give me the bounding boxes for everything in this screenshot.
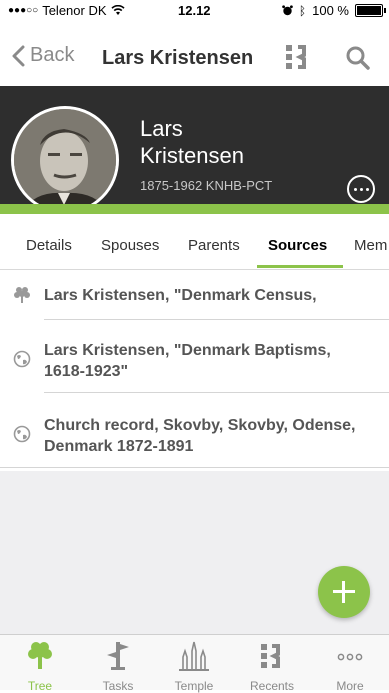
battery-icon (355, 4, 386, 17)
person-lifespan-id: 1875-1962 KNHB-PCT (140, 178, 273, 193)
back-button[interactable]: Back (10, 44, 74, 67)
tree-icon (14, 287, 30, 303)
tab-more[interactable]: More (320, 635, 380, 693)
tab-label: Tree (27, 679, 53, 693)
tab-temple[interactable]: Temple (164, 635, 224, 693)
more-icon (337, 653, 363, 661)
dot (353, 187, 357, 191)
status-right: ᛒ 100 % (282, 3, 386, 18)
list-item[interactable]: Lars Kristensen, "Denmark Baptisms, 1618… (0, 320, 389, 393)
dot (365, 187, 369, 191)
source-title: Church record, Skovby, Skovby, Odense, D… (44, 417, 356, 455)
recents-icon (261, 644, 280, 668)
alarm-icon (282, 5, 293, 16)
avatar[interactable] (11, 106, 119, 214)
tab-label: Temple (174, 679, 214, 693)
person-first-name: Lars (140, 116, 183, 141)
tab-spouses[interactable]: Spouses (101, 237, 159, 254)
back-label: Back (30, 44, 75, 66)
tab-tree[interactable]: Tree (10, 635, 70, 693)
bottom-tab-bar: Tree Tasks Temple Recents More (0, 634, 389, 693)
add-source-button[interactable] (318, 566, 370, 618)
globe-icon (13, 425, 31, 443)
carrier-group: ●●●○○ Telenor DK (8, 3, 125, 18)
divider (0, 467, 389, 468)
bluetooth-icon: ᛒ (298, 3, 307, 18)
tab-sources[interactable]: Sources (268, 237, 327, 254)
tab-memories[interactable]: Mem (354, 237, 387, 254)
source-title: Lars Kristensen, "Denmark Census, (44, 287, 317, 304)
source-title: Lars Kristensen, "Denmark Baptisms, 1618… (44, 342, 331, 380)
page-title: Lars Kristensen (102, 47, 254, 69)
tab-details[interactable]: Details (26, 237, 72, 254)
tab-recents[interactable]: Recents (242, 635, 302, 693)
tasks-icon (107, 642, 129, 670)
status-bar: ●●●○○ Telenor DK 12.12 ᛒ 100 % (0, 0, 389, 22)
tab-label: Tasks (102, 679, 134, 693)
dot (359, 187, 363, 191)
pedigree-icon[interactable] (284, 43, 310, 71)
tab-label: Recents (249, 679, 295, 693)
tab-label: More (336, 679, 364, 693)
tab-parents[interactable]: Parents (188, 237, 240, 254)
temple-icon (179, 641, 209, 671)
active-tab-indicator (257, 265, 343, 268)
signal-icon: ●●●○○ (8, 5, 39, 16)
list-item[interactable]: Church record, Skovby, Skovby, Odense, D… (0, 393, 389, 468)
tree-icon (28, 642, 52, 669)
globe-icon (13, 350, 31, 368)
list-item[interactable]: Lars Kristensen, "Denmark Census, (0, 270, 389, 320)
more-options-button[interactable] (347, 175, 375, 203)
navigation-bar: Back Lars Kristensen (0, 30, 389, 86)
wifi-icon (110, 5, 125, 15)
person-tabs: Details Spouses Parents Sources Mem (0, 224, 389, 270)
person-last-name: Kristensen (140, 143, 244, 168)
portrait-photo (14, 109, 116, 211)
person-header: Lars Kristensen 1875-1962 KNHB-PCT (0, 86, 389, 214)
accent-bar (0, 204, 389, 214)
carrier-label: Telenor DK (42, 3, 107, 18)
chevron-left-icon (12, 45, 25, 66)
tab-tasks[interactable]: Tasks (88, 635, 148, 693)
clock: 12.12 (178, 3, 211, 18)
search-icon[interactable] (345, 45, 371, 71)
battery-label: 100 % (312, 3, 349, 18)
